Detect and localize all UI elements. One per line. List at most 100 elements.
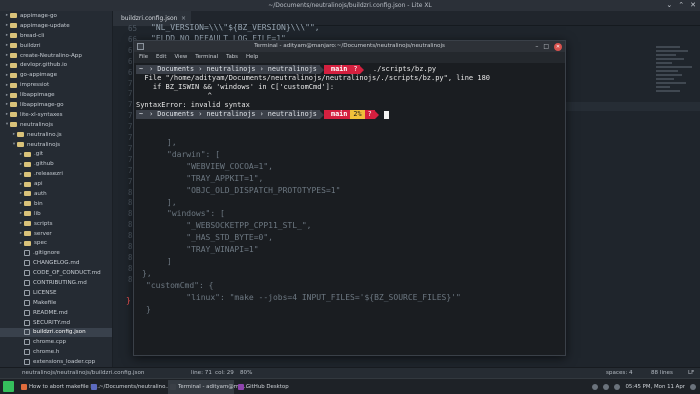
terminal-menu-file[interactable]: File xyxy=(139,52,148,63)
tree-folder[interactable]: ▸ buildzri xyxy=(0,41,112,51)
tree-folder[interactable]: ▸ scripts xyxy=(0,219,112,229)
tree-folder[interactable]: ▸ lib xyxy=(0,209,112,219)
tree-folder[interactable]: ▸ neutralino.js xyxy=(0,130,112,140)
ghost-code-line: "_WEBSOCKETPP_CPP11_STL_", xyxy=(167,221,312,231)
tree-folder[interactable]: ▸ bread-cli xyxy=(0,31,112,41)
taskbar-window-button[interactable]: ~/Documents/neutralino... xyxy=(89,380,170,394)
file-icon xyxy=(24,260,30,267)
terminal-close-icon[interactable]: ✕ xyxy=(554,42,562,51)
terminal-menu-help[interactable]: Help xyxy=(246,52,258,63)
tree-file[interactable]: Makefile xyxy=(0,298,112,308)
folder-icon xyxy=(10,72,17,78)
prompt-segment-home: ~ xyxy=(136,65,147,74)
tree-folder[interactable]: ▸ appimage-update xyxy=(0,21,112,31)
battery-icon[interactable] xyxy=(614,384,621,390)
file-icon xyxy=(24,359,30,366)
taskbar-window-button[interactable]: How to abort makefile if ... xyxy=(19,380,101,394)
folder-icon xyxy=(10,102,17,108)
terminal-minimize-icon[interactable]: – xyxy=(535,41,538,52)
taskbar-window-button[interactable]: GitHub Desktop xyxy=(236,380,289,394)
tree-folder[interactable]: ▸ server xyxy=(0,229,112,239)
tree-file[interactable]: extensions_loader.cpp xyxy=(0,357,112,367)
tree-file[interactable]: CONTRIBUTING.md xyxy=(0,278,112,288)
file-icon xyxy=(24,250,30,257)
tree-folder[interactable]: ▸ go-appimage xyxy=(0,70,112,80)
tree-folder[interactable]: ▸ libappimage-go xyxy=(0,100,112,110)
close-icon[interactable]: ✕ xyxy=(690,0,696,11)
tree-file[interactable]: SECURITY.md xyxy=(0,318,112,328)
tree-folder[interactable]: ▸ create-Neutralino-App xyxy=(0,51,112,61)
app-icon xyxy=(91,384,97,390)
code-line-65: "NL_VERSION=\\\"${BZ_VERSION}\\\"", xyxy=(151,23,320,32)
tree-item-label: .git xyxy=(34,151,44,158)
prompt-line-2: ~ › Documents › neutralinojs › neutralin… xyxy=(136,110,563,119)
tree-folder[interactable]: ▸ devlopr.github.io xyxy=(0,60,112,70)
minimize-icon[interactable]: ⌄ xyxy=(666,0,672,11)
terminal-menu-view[interactable]: View xyxy=(174,52,187,63)
minimap[interactable] xyxy=(656,44,696,134)
editor-window-controls: ⌄ ⌃ ✕ xyxy=(666,0,696,11)
file-icon xyxy=(24,339,30,346)
tree-folder[interactable]: ▸ .git xyxy=(0,149,112,159)
tree-file[interactable]: .gitignore xyxy=(0,248,112,258)
tree-folder[interactable]: ▸ auth xyxy=(0,189,112,199)
terminal-titlebar[interactable]: Terminal - adityam@manjaro:~/Documents/n… xyxy=(134,41,565,52)
file-icon xyxy=(24,270,30,277)
tree-file[interactable]: LICENSE xyxy=(0,288,112,298)
network-icon[interactable] xyxy=(592,384,599,390)
tree-folder[interactable]: ▾ neutralinojs xyxy=(0,140,112,150)
tree-item-label: bin xyxy=(34,200,43,207)
tree-item-label: .gitignore xyxy=(33,250,60,257)
tree-file[interactable]: chrome.cpp xyxy=(0,337,112,347)
tree-item-label: server xyxy=(34,230,52,237)
tree-file[interactable]: CHANGELOG.md xyxy=(0,258,112,268)
tree-file[interactable]: README.md xyxy=(0,308,112,318)
tree-folder[interactable]: ▾ neutralinojs xyxy=(0,120,112,130)
folder-icon xyxy=(17,132,24,138)
tree-folder[interactable]: ▸ bin xyxy=(0,199,112,209)
tree-folder[interactable]: ▸ .releasezri xyxy=(0,169,112,179)
volume-icon[interactable] xyxy=(603,384,610,390)
prompt-line-1: ~ › Documents › neutralinojs › neutralin… xyxy=(136,65,563,74)
tree-item-label: neutralino.js xyxy=(27,131,62,138)
file-icon xyxy=(24,309,30,316)
tree-folder[interactable]: ▸ api xyxy=(0,179,112,189)
taskbar-window-button[interactable]: Terminal - adityam@ma... xyxy=(168,380,247,394)
tree-item-label: neutralinojs xyxy=(27,141,60,148)
ghost-code-line: "customCmd": { xyxy=(146,280,214,290)
tree-file[interactable]: CODE_OF_CONDUCT.md xyxy=(0,268,112,278)
file-icon xyxy=(24,329,30,336)
terminal-window[interactable]: Terminal - adityam@manjaro:~/Documents/n… xyxy=(133,40,566,356)
tree-folder[interactable]: ▸ appimage-go xyxy=(0,11,112,21)
output-line-1: File "/home/adityam/Documents/neutralino… xyxy=(136,74,491,82)
tree-item-label: .releasezri xyxy=(34,171,63,178)
tree-item-label: impressiot xyxy=(20,82,50,89)
tree-folder[interactable]: ▸ libappimage xyxy=(0,90,112,100)
terminal-window-controls: – □ ✕ xyxy=(535,41,562,52)
terminal-maximize-icon[interactable]: □ xyxy=(543,41,549,52)
manjaro-menu-icon[interactable] xyxy=(3,381,14,392)
tree-folder[interactable]: ▸ .github xyxy=(0,159,112,169)
tree-folder[interactable]: ▸ lite-xl-syntaxes xyxy=(0,110,112,120)
ghost-code-line: "linux": "make --jobs=4 INPUT_FILES='${B… xyxy=(167,292,461,302)
tree-file[interactable]: buildzri.config.json xyxy=(0,327,112,338)
tree-item-label: appimage-go xyxy=(20,12,57,19)
prompt-git-branch: main xyxy=(323,110,351,119)
tree-folder[interactable]: ▸ impressiot xyxy=(0,80,112,90)
terminal-menu-edit[interactable]: Edit xyxy=(156,52,166,63)
ghost-code-line: }, xyxy=(142,268,152,278)
notification-icon[interactable] xyxy=(690,384,696,390)
terminal-menu-terminal[interactable]: Terminal xyxy=(195,52,218,63)
tree-item-label: api xyxy=(34,181,43,188)
terminal-output[interactable]: ], "darwin": [ "WEBVIEW_COCOA=1", "TRAY_A… xyxy=(134,63,565,314)
terminal-menu-tabs[interactable]: Tabs xyxy=(226,52,238,63)
folder-icon xyxy=(24,171,31,177)
tree-folder[interactable]: ▸ spec xyxy=(0,238,112,248)
maximize-icon[interactable]: ⌃ xyxy=(678,0,684,11)
output-line-4: SyntaxError: invalid syntax xyxy=(136,101,250,109)
tree-item-label: neutralinojs xyxy=(20,121,53,128)
tree-item-label: CONTRIBUTING.md xyxy=(33,279,87,286)
clock[interactable]: 05:45 PM, Mon 11 Apr xyxy=(625,384,685,390)
tree-file[interactable]: chrome.h xyxy=(0,347,112,357)
folder-icon xyxy=(10,43,17,49)
